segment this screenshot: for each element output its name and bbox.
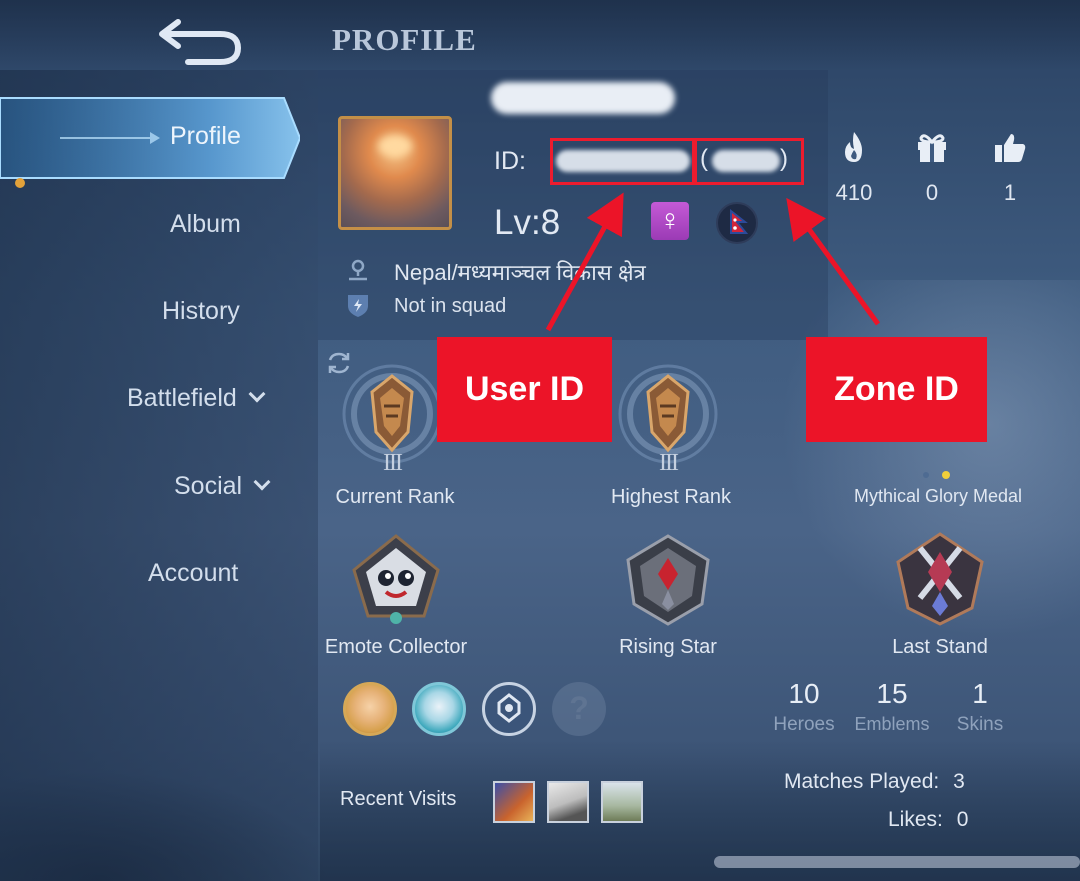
gift-icon[interactable] [912, 128, 952, 168]
emblem-avatar[interactable] [482, 682, 536, 736]
page-title: PROFILE [332, 22, 477, 57]
highest-rank-label: Highest Rank [610, 486, 732, 508]
sidebar-item-label: Album [170, 210, 241, 238]
popularity-count: 410 [835, 180, 873, 205]
sidebar-indicator-dot [15, 178, 25, 188]
back-button[interactable] [148, 8, 248, 68]
location-pin-icon [344, 257, 372, 283]
sidebar-item-label: Account [148, 559, 239, 587]
recent-visitor-thumbnail[interactable] [493, 781, 535, 823]
rising-star-label: Rising Star [619, 636, 717, 658]
thumbs-up-icon[interactable] [990, 128, 1030, 168]
id-label: ID: [494, 147, 526, 175]
flag-graphic [730, 208, 749, 234]
sidebar-item-label: Profile [170, 122, 241, 150]
user-id-callout: User ID [437, 337, 612, 442]
likes-label: Likes: [888, 808, 943, 831]
highest-rank-tier: III [659, 450, 679, 476]
nepal-flag-icon [716, 202, 758, 244]
recent-visitor-thumbnail[interactable] [547, 781, 589, 823]
sidebar-item-label: History [162, 297, 240, 325]
flame-icon[interactable] [834, 128, 874, 168]
current-rank-label: Current Rank [335, 486, 455, 508]
level-text: Lv:8 [494, 203, 561, 242]
likes: Likes: 0 [888, 808, 968, 832]
skins-label: Skins [956, 714, 1004, 735]
emote-collector-badge[interactable] [346, 530, 446, 630]
rising-star-badge[interactable] [618, 530, 718, 630]
zone-id-callout: Zone ID [806, 337, 987, 442]
sidebar-item-social[interactable]: Social [174, 472, 271, 501]
matches-played: Matches Played: 3 [784, 770, 965, 794]
sidebar-item-profile[interactable]: Profile [0, 96, 300, 180]
sidebar-item-history[interactable]: History [162, 297, 240, 326]
sidebar-item-label: Battlefield [127, 384, 237, 412]
matches-played-value: 3 [953, 770, 965, 793]
last-stand-label: Last Stand [892, 636, 988, 658]
carousel-dots [920, 468, 960, 486]
heroes-count: 10 [788, 678, 820, 709]
gift-count: 0 [925, 180, 939, 205]
chevron-down-icon [248, 385, 266, 403]
hero-avatar[interactable] [412, 682, 466, 736]
back-arrow-icon [159, 19, 242, 65]
squad-status: Not in squad [394, 295, 507, 317]
squad-shield-icon [344, 292, 372, 318]
likes-count: 1 [1003, 180, 1017, 205]
emote-collector-label: Emote Collector [324, 636, 468, 658]
sidebar-item-album[interactable]: Album [170, 210, 241, 239]
current-rank-tier: III [383, 450, 403, 476]
heroes-label: Heroes [773, 714, 835, 735]
avatar-image [378, 135, 412, 157]
matches-played-label: Matches Played: [784, 770, 940, 793]
emblems-label: Emblems [854, 714, 930, 734]
active-tab-highlight [0, 97, 300, 179]
sidebar-item-label: Social [174, 472, 243, 500]
question-mark-icon: ? [569, 690, 589, 726]
likes-value: 0 [956, 808, 969, 831]
unknown-hero-slot[interactable]: ? [552, 682, 606, 736]
skins-count: 1 [972, 678, 988, 709]
hero-avatar[interactable] [343, 682, 397, 736]
sidebar-item-account[interactable]: Account [148, 559, 238, 588]
sidebar [0, 70, 318, 881]
location-text: Nepal/मध्यमाञ्चल विकास क्षेत्र [394, 260, 646, 285]
avatar[interactable] [338, 116, 452, 230]
horizontal-scrollbar[interactable] [714, 856, 1080, 868]
last-stand-badge[interactable] [890, 528, 990, 628]
mythical-glory-medal-label: Mythical Glory Medal [853, 486, 1023, 506]
emblem-icon [497, 693, 521, 723]
recent-visitor-thumbnail[interactable] [601, 781, 643, 823]
emblems-count: 15 [876, 678, 908, 709]
player-name-redacted [491, 82, 675, 114]
user-id-highlight-box [550, 138, 695, 185]
female-icon: ♀ [651, 202, 689, 240]
chevron-down-icon [253, 473, 271, 491]
zone-id-highlight-box [694, 138, 804, 185]
recent-visits-label: Recent Visits [340, 788, 457, 810]
sidebar-item-battlefield[interactable]: Battlefield [127, 384, 266, 413]
